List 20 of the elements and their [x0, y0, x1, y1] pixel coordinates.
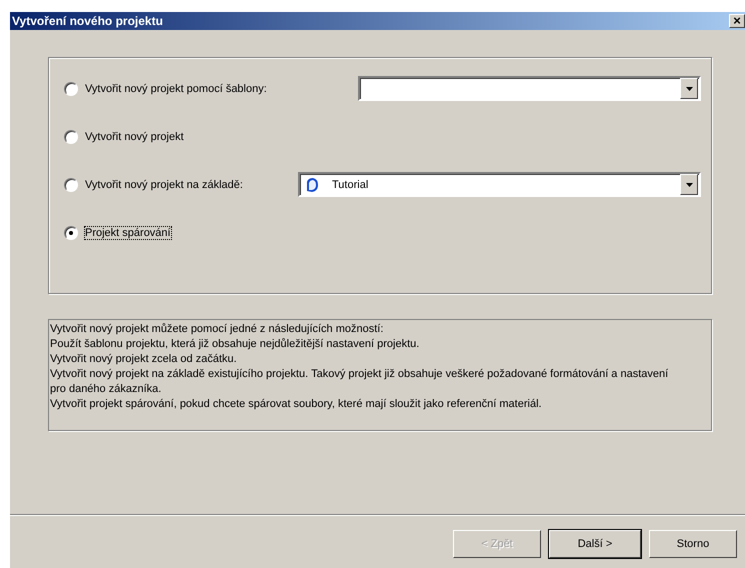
- description-text: Použít šablonu projektu, která již obsahuje nejdůležitější nastavení projektu.: [50, 337, 420, 352]
- window-title: Vytvoření nového projektu: [12, 14, 163, 28]
- dropdown-field[interactable]: [358, 76, 701, 101]
- option-label[interactable]: Vytvořit nový projekt pomocí šablony:: [84, 82, 268, 96]
- dropdown-field[interactable]: Tutorial: [298, 172, 701, 197]
- dropdown-value: Tutorial: [332, 178, 368, 190]
- close-button[interactable]: ×: [729, 14, 745, 28]
- description-text: Vytvořit projekt spárování, pokud chcete spárovat soubory, které mají sloužit jako referenční materiál.: [50, 397, 543, 412]
- dialog-button[interactable]: Storno: [649, 530, 737, 558]
- radio-button[interactable]: [64, 226, 78, 240]
- radio-button[interactable]: [64, 82, 78, 96]
- description-text: Vytvořit nový projekt můžete pomocí jedné z následujících možností:: [50, 322, 384, 337]
- radio-button[interactable]: [64, 178, 78, 192]
- description-text: Vytvořit nový projekt na základě existujícího projektu. Takový projekt již obsahuje veškeré požadované formátování a nastavení pro daného zákazníka.: [50, 367, 670, 397]
- radio-button[interactable]: [64, 130, 78, 144]
- dialog-button[interactable]: Další >: [549, 530, 641, 558]
- description-text: Vytvořit nový projekt zcela od začátku.: [50, 352, 238, 367]
- option-label[interactable]: Projekt spárování: [84, 226, 172, 240]
- option-label[interactable]: Vytvořit nový projekt: [84, 130, 185, 144]
- option-label[interactable]: Vytvořit nový projekt na základě:: [84, 178, 244, 192]
